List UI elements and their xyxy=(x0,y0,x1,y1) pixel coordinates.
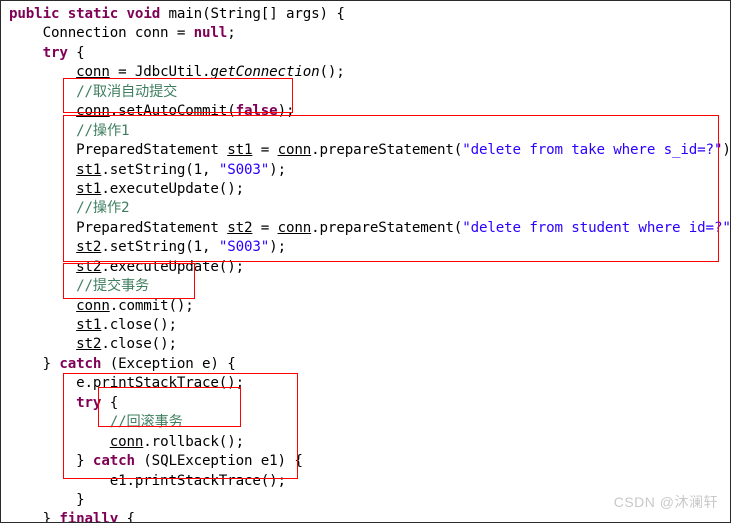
code-line: e1.printStackTrace(); xyxy=(9,472,286,489)
code-line: conn.setAutoCommit(false); xyxy=(76,103,295,120)
code-line: st2.executeUpdate(); xyxy=(76,258,244,275)
code-line: } catch (Exception e) { xyxy=(9,355,236,372)
code-line: conn = JdbcUtil.getConnection(); xyxy=(76,64,345,81)
code-line: st2.setString(1, "S003"); xyxy=(76,239,286,256)
code-line: try { xyxy=(76,394,119,411)
code-line: //操作1 xyxy=(76,122,130,139)
csdn-watermark: CSDN @沐澜轩 xyxy=(613,494,718,510)
code-line: public static void main(String[] args) { xyxy=(9,6,345,22)
code-line: st1.close(); xyxy=(76,317,177,333)
code-line: st1.setString(1, "S003"); xyxy=(76,161,286,178)
code-line: PreparedStatement st1 = conn.prepareStat… xyxy=(9,142,731,159)
code-line: e.printStackTrace(); xyxy=(9,375,244,392)
code-screenshot: public static void main(String[] args) {… xyxy=(0,0,731,523)
code-line: } catch (SQLException e1) { xyxy=(9,453,303,470)
code-line: //回滚事务 xyxy=(109,414,183,431)
code-line: //操作2 xyxy=(76,200,130,217)
code-line: st1.executeUpdate(); xyxy=(76,180,244,197)
code-line: //提交事务 xyxy=(76,278,150,295)
code-line: } finally { xyxy=(9,511,135,523)
code-line: st2.close(); xyxy=(76,336,177,353)
code-line: //取消自动提交 xyxy=(76,83,178,100)
code-line: PreparedStatement st2 = conn.prepareStat… xyxy=(9,219,731,236)
code-line: Connection conn = null; xyxy=(9,25,236,42)
code-line: conn.rollback(); xyxy=(109,433,244,450)
code-editor-content[interactable]: public static void main(String[] args) {… xyxy=(1,1,731,523)
code-line: try { xyxy=(42,44,85,61)
code-line: conn.commit(); xyxy=(76,297,194,314)
